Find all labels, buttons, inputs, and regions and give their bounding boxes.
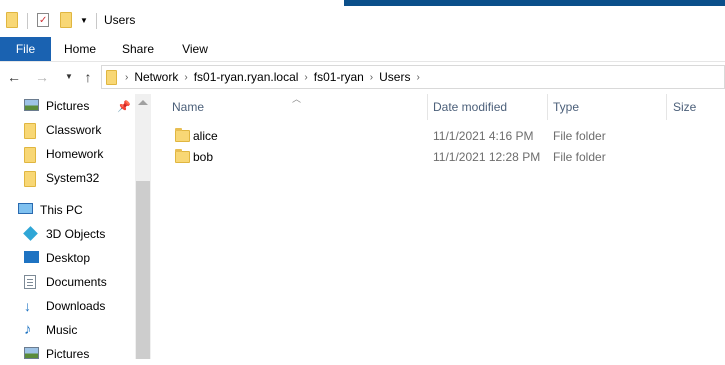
file-list: ︿ Name Date modified Type Size alice 11/… (151, 94, 725, 359)
column-header-name[interactable]: Name (172, 94, 422, 120)
nav-item-desktop[interactable]: Desktop (24, 247, 135, 269)
breadcrumb-server[interactable]: fs01-ryan.ryan.local (194, 70, 299, 84)
folder-icon (175, 128, 190, 142)
documents-icon (24, 275, 40, 289)
tab-file[interactable]: File (0, 37, 51, 61)
chevron-right-icon[interactable]: › (416, 72, 419, 83)
nav-label: System32 (46, 171, 100, 185)
recent-locations-button[interactable]: ▼ (60, 68, 78, 86)
nav-label: Documents (46, 275, 107, 289)
column-divider[interactable] (547, 94, 548, 120)
nav-label: 3D Objects (46, 227, 106, 241)
folder-icon (106, 69, 117, 85)
column-divider[interactable] (666, 94, 667, 120)
nav-item-documents[interactable]: Documents (24, 271, 135, 293)
cube-icon (23, 226, 40, 241)
address-box[interactable]: › Network › fs01-ryan.ryan.local › fs01-… (101, 65, 725, 89)
column-header-size[interactable]: Size (673, 94, 723, 120)
title-divider (96, 13, 97, 29)
chevron-right-icon[interactable]: › (370, 72, 373, 83)
nav-label: Music (46, 323, 78, 337)
scroll-up-icon[interactable] (138, 100, 148, 105)
tab-home[interactable]: Home (56, 37, 104, 61)
tab-share[interactable]: Share (114, 37, 162, 61)
folder-icon (24, 171, 40, 187)
back-button[interactable]: ← (5, 68, 23, 86)
nav-item-this-pc[interactable]: This PC (18, 199, 135, 221)
nav-item-classwork[interactable]: Classwork (24, 119, 135, 141)
pictures-icon (24, 99, 40, 113)
address-bar: ← → ▼ ↑ › Network › fs01-ryan.ryan.local… (0, 62, 725, 92)
folder-icon (24, 147, 40, 163)
chevron-right-icon[interactable]: › (304, 72, 307, 83)
nav-item-3d-objects[interactable]: 3D Objects (23, 223, 135, 245)
window-title: Users (104, 13, 136, 27)
nav-item-music[interactable]: ♪ Music (24, 319, 135, 341)
nav-label: Classwork (46, 123, 102, 137)
folder-icon (24, 123, 40, 139)
toolbar-divider (27, 13, 28, 29)
pin-icon[interactable]: 📌 (117, 100, 131, 113)
table-row[interactable]: alice 11/1/2021 4:16 PM File folder (167, 126, 725, 147)
nav-label: Homework (46, 147, 104, 161)
navigation-pane: Pictures 📌 Classwork Homework System32 T… (0, 94, 150, 361)
folder-icon (6, 11, 18, 29)
nav-label: This PC (40, 203, 83, 217)
file-name: alice (193, 129, 218, 143)
forward-button[interactable]: → (33, 68, 51, 86)
download-icon: ↓ (24, 298, 31, 314)
nav-label: Downloads (46, 299, 106, 313)
file-date: 11/1/2021 4:16 PM (433, 129, 534, 143)
file-type: File folder (553, 150, 606, 164)
scrollbar-thumb[interactable] (136, 181, 150, 359)
column-header-date-modified[interactable]: Date modified (433, 94, 543, 120)
monitor-icon (18, 203, 34, 217)
chevron-right-icon[interactable]: › (125, 72, 128, 83)
nav-label: Desktop (46, 251, 91, 265)
music-icon: ♪ (24, 321, 32, 338)
column-header-type[interactable]: Type (553, 94, 663, 120)
file-type: File folder (553, 129, 606, 143)
nav-item-pictures-quick[interactable]: Pictures 📌 (24, 95, 135, 117)
chevron-right-icon[interactable]: › (184, 72, 187, 83)
breadcrumb-share[interactable]: fs01-ryan (314, 70, 364, 84)
nav-item-system32[interactable]: System32 (24, 167, 135, 189)
file-date: 11/1/2021 12:28 PM (433, 150, 541, 164)
breadcrumb-users[interactable]: Users (379, 70, 410, 84)
column-divider[interactable] (427, 94, 428, 120)
title-bar: ✓ ▼ Users (0, 0, 725, 37)
customize-toolbar-icon[interactable]: ▼ (80, 11, 88, 29)
ribbon-tabs: File Home Share View (0, 37, 725, 62)
properties-icon[interactable]: ✓ (37, 11, 49, 29)
folder-icon (175, 149, 190, 163)
nav-item-pictures[interactable]: Pictures (24, 343, 135, 365)
new-folder-icon[interactable] (60, 11, 72, 29)
nav-item-downloads[interactable]: ↓ Downloads (24, 295, 135, 317)
up-button[interactable]: ↑ (79, 68, 97, 86)
file-name: bob (193, 150, 214, 164)
desktop-icon (24, 251, 40, 265)
table-row[interactable]: bob 11/1/2021 12:28 PM File folder (167, 147, 725, 168)
tab-view[interactable]: View (171, 37, 219, 61)
breadcrumb-network[interactable]: Network (134, 70, 178, 84)
nav-label: Pictures (46, 99, 90, 113)
nav-item-homework[interactable]: Homework (24, 143, 135, 165)
background-strip (344, 0, 725, 6)
nav-scrollbar[interactable] (135, 94, 151, 359)
